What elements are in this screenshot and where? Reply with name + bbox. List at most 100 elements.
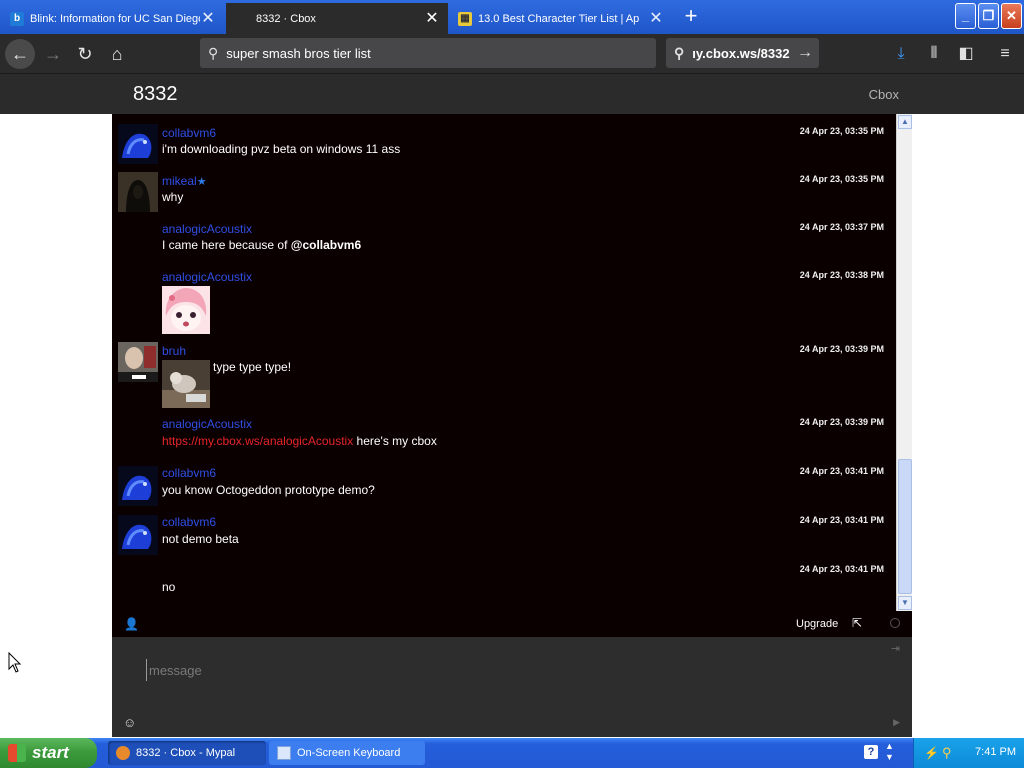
url-bar[interactable]: ⚲ ıy.cbox.ws/8332 → [666,38,819,68]
message-text: https://my.cbox.ws/analogicAcoustix here… [162,434,437,448]
download-icon[interactable]: ⤓ [890,43,912,65]
message-username[interactable]: collabvm6 [162,515,216,529]
popout-icon[interactable]: ⇱ [852,616,862,630]
cat-typing-image[interactable] [162,360,210,408]
window-close-button[interactable]: ✕ [1001,3,1022,29]
help-icon[interactable]: ? [864,745,878,759]
message-text: i'm downloading pvz beta on windows 11 a… [162,142,401,156]
taskbar-item-keyboard[interactable]: On-Screen Keyboard [269,741,425,765]
compose-area: ⇥ ☺ ▶ [112,637,912,737]
hamburger-menu-icon[interactable]: ≡ [994,43,1016,65]
message-timestamp: 24 Apr 23, 03:37 PM [799,222,884,232]
reload-icon[interactable]: ↻ [70,39,100,69]
tab-blink[interactable]: b Blink: Information for UC San Diego ✕ [2,3,224,34]
message-username[interactable]: collabvm6 [162,126,216,140]
chat-scrollbar[interactable]: ▲ ▼ [896,114,912,611]
search-icon: ⚲ [674,44,685,61]
scroll-down-arrow-icon[interactable]: ▼ [898,596,912,610]
blue-creature-avatar [118,515,158,555]
scrollbar-thumb[interactable] [898,459,912,594]
brand-link[interactable]: Cbox [869,87,899,102]
message-input[interactable] [146,659,846,681]
status-indicator-icon [890,618,900,628]
task-label: 8332 · Cbox - Mypal [136,747,236,759]
clock[interactable]: 7:41 PM [975,746,1016,758]
mouse-cursor-icon [8,652,22,673]
tab-cbox[interactable]: 8332 · Cbox ✕ [226,3,448,34]
window-minimize-button[interactable]: _ [955,3,976,29]
message-timestamp: 24 Apr 23, 03:35 PM [799,174,884,184]
username-text: mikeal [162,174,197,188]
taskbar-item-mypal[interactable]: 8332 · Cbox - Mypal [108,741,266,765]
message-text: I came here because of @collabvm6 [162,238,361,252]
search-icon: ⚲ [208,44,219,61]
emoji-icon[interactable]: ☺ [123,715,136,730]
tier-list-favicon-icon: ▦ [458,11,472,26]
tray-search-icon[interactable]: ⚲ [942,745,952,761]
message-text: no [162,580,176,594]
message-username[interactable]: analogicAcoustix [162,417,252,431]
page-header: 8332 Cbox [0,74,1024,114]
tab-close-icon[interactable]: ✕ [424,10,440,27]
sidebar-icon[interactable]: ◧ [955,43,977,65]
message-text-prefix: I came here because of [162,238,291,252]
login-icon[interactable]: ⇥ [891,642,900,655]
dark-hooded-avatar [118,172,158,212]
message-username[interactable]: mikeal★ [162,174,207,188]
tab-title: 13.0 Best Character Tier List | Ap [478,12,640,25]
blue-creature-avatar [118,466,158,506]
back-arrow-icon[interactable]: ← [5,39,35,69]
upgrade-link[interactable]: Upgrade [796,618,838,630]
message-text: not demo beta [162,532,239,546]
message-timestamp: 24 Apr 23, 03:39 PM [799,344,884,354]
library-icon[interactable]: ⫴ [923,43,945,65]
message-username[interactable]: analogicAcoustix [162,270,252,284]
task-label: On-Screen Keyboard [297,747,401,759]
send-arrow-icon[interactable]: ▶ [893,717,900,728]
message-timestamp: 24 Apr 23, 03:39 PM [799,417,884,427]
anime-girl-image[interactable] [162,286,210,334]
page-title: 8332 [133,83,178,105]
scroll-up-arrow-icon[interactable]: ▲ [898,115,912,129]
mypal-icon [116,746,130,760]
tab-tier-list[interactable]: ▦ 13.0 Best Character Tier List | Ap ✕ [450,3,672,34]
user-icon[interactable]: 👤 [124,617,139,631]
navigation-toolbar: ← → ↻ ⌂ ⚲ super smash bros tier list ⚲ ı… [0,34,1024,74]
message-username[interactable]: bruh [162,344,186,358]
browser-tab-strip: b Blink: Information for UC San Diego ✕ … [0,0,1024,34]
windows-taskbar: start 8332 · Cbox - Mypal On-Screen Keyb… [0,738,1024,768]
message-timestamp: 24 Apr 23, 03:38 PM [799,270,884,280]
search-text: super smash bros tier list [226,45,371,61]
tab-title: 8332 · Cbox [256,12,316,25]
home-icon[interactable]: ⌂ [102,39,132,69]
verified-star-icon: ★ [196,176,207,188]
taskbar-scroll-icon[interactable]: ▲ ▼ [885,741,894,763]
search-bar[interactable]: ⚲ super smash bros tier list [200,38,656,68]
message-username[interactable]: collabvm6 [162,466,216,480]
start-button[interactable]: start [0,738,97,768]
window-restore-button[interactable]: ❐ [978,3,999,29]
tab-title: Blink: Information for UC San Diego [30,12,200,25]
user-mention[interactable]: @collabvm6 [291,238,361,252]
chat-message-list[interactable]: collabvm6 24 Apr 23, 03:35 PM i'm downlo… [112,114,896,611]
message-username[interactable]: analogicAcoustix [162,222,252,236]
message-timestamp: 24 Apr 23, 03:41 PM [799,564,884,574]
url-text: ıy.cbox.ws/8332 [692,45,790,61]
network-icon[interactable]: ⚡ [924,746,939,760]
message-timestamp: 24 Apr 23, 03:41 PM [799,466,884,476]
tab-close-icon[interactable]: ✕ [648,10,664,27]
cbox-link[interactable]: https://my.cbox.ws/analogicAcoustix [162,434,353,448]
bruh-avatar [118,342,158,382]
message-text: why [162,190,184,204]
go-arrow-icon[interactable]: → [797,44,813,62]
message-timestamp: 24 Apr 23, 03:41 PM [799,515,884,525]
message-text-suffix: here's my cbox [353,434,437,448]
new-tab-plus-icon[interactable]: + [678,4,704,30]
forward-arrow-icon[interactable]: → [38,39,68,69]
tab-close-icon[interactable]: ✕ [200,10,216,27]
blue-creature-avatar [118,124,158,164]
message-timestamp: 24 Apr 23, 03:35 PM [799,126,884,136]
chat-toolbar: 👤 Upgrade ⇱ [112,611,912,637]
start-label: start [32,743,69,762]
windows-logo-icon [8,744,26,762]
